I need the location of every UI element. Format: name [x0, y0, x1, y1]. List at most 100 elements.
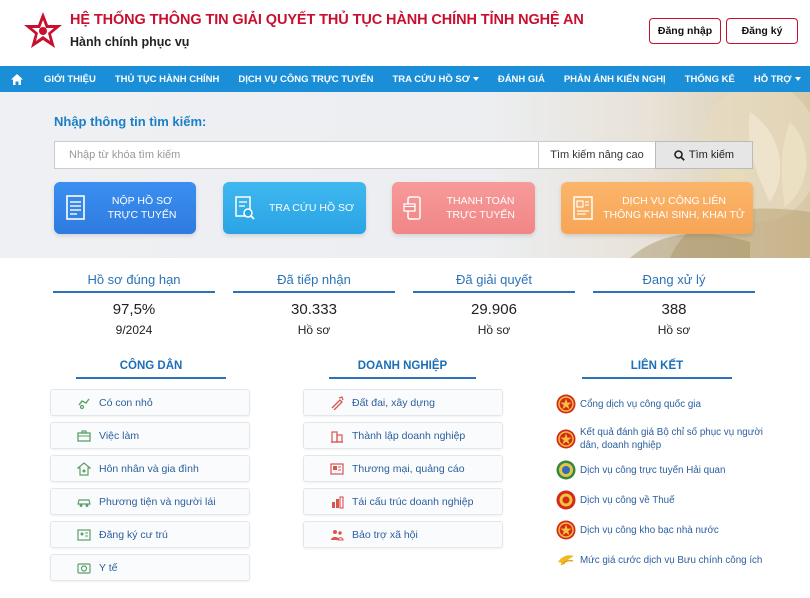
links-section-title: LIÊN KẾT — [582, 360, 732, 379]
link-national-portal[interactable]: Cổng dịch vụ công quốc gia — [556, 394, 766, 414]
site-subtitle: Hành chính phục vụ — [70, 35, 190, 49]
link-label: Cổng dịch vụ công quốc gia — [580, 398, 701, 410]
main-nav: GIỚI THIỆU THỦ TỤC HÀNH CHÍNH DỊCH VỤ CÔ… — [0, 66, 810, 92]
business-section-title: DOANH NGHIỆP — [329, 360, 476, 379]
family-icon — [77, 461, 91, 476]
business-item-label: Thương mại, quảng cáo — [352, 462, 465, 475]
nav-item-lookup[interactable]: TRA CỨU HỒ SƠ — [383, 66, 488, 92]
citizen-item-vehicles[interactable]: Phương tiện và người lái — [50, 488, 250, 515]
advanced-search-button[interactable]: Tìm kiếm nâng cao — [538, 141, 656, 169]
business-item-social[interactable]: Bảo trợ xã hội — [303, 521, 503, 548]
nav-item-about[interactable]: GIỚI THIỆU — [34, 66, 105, 92]
search-icon — [674, 149, 685, 161]
citizen-item-label: Y tế — [99, 561, 118, 574]
nav-label: ĐÁNH GIÁ — [497, 73, 545, 85]
citizen-item-family[interactable]: Hôn nhân và gia đình — [50, 455, 250, 482]
nav-label: PHẢN ÁNH KIẾN NGHỊ — [563, 73, 666, 85]
stat-on-time: Hồ sơ đúng hạn 97,5% 9/2024 — [53, 272, 215, 337]
stat-sub: 9/2024 — [115, 323, 153, 337]
login-button[interactable]: Đăng nhập — [649, 18, 721, 44]
certificate-icon — [573, 196, 593, 220]
stat-value: 388 — [661, 301, 687, 318]
stat-value: 30.333 — [291, 301, 337, 318]
nav-item-procedures[interactable]: THỦ TỤC HÀNH CHÍNH — [105, 66, 229, 92]
link-tax[interactable]: Dịch vụ công về Thuế — [556, 490, 766, 510]
document-icon — [66, 195, 85, 220]
business-item-commerce[interactable]: Thương mại, quảng cáo — [303, 455, 503, 482]
link-evaluation-results[interactable]: Kết quả đánh giá Bộ chỉ số phục vụ người… — [556, 426, 766, 452]
customs-emblem-icon — [556, 460, 576, 480]
stat-label: Hồ sơ đúng hạn — [53, 272, 215, 293]
stat-sub: Hồ sơ — [477, 323, 511, 337]
postal-icon — [558, 555, 574, 566]
nav-item-feedback[interactable]: PHẢN ÁNH KIẾN NGHỊ — [554, 66, 675, 92]
link-label: Mức giá cước dịch vụ Bưu chính công ích — [580, 554, 763, 566]
nav-label: THỦ TỤC HÀNH CHÍNH — [114, 73, 220, 85]
construction-icon — [331, 395, 344, 410]
quick-action-label: DỊCH VỤ CÔNG LIÊN THÔNG KHAI SINH, KHAI … — [603, 195, 745, 221]
nav-item-online-services[interactable]: DỊCH VỤ CÔNG TRỰC TUYẾN — [229, 66, 383, 92]
citizen-item-label: Đăng ký cư trú — [99, 528, 168, 541]
company-icon — [331, 430, 343, 443]
stat-sub: Hồ sơ — [657, 323, 691, 337]
online-payment-button[interactable]: THANH TOÁN TRỰC TUYẾN — [392, 182, 535, 234]
nav-label: DỊCH VỤ CÔNG TRỰC TUYẾN — [238, 73, 374, 85]
business-item-label: Đất đai, xây dựng — [352, 396, 435, 409]
car-icon — [77, 498, 91, 507]
link-label: Dịch vụ công về Thuế — [580, 494, 675, 506]
submit-online-button[interactable]: NỘP HỒ SƠ TRỰC TUYẾN — [54, 182, 196, 234]
citizen-item-label: Việc làm — [99, 429, 140, 442]
citizen-item-label: Phương tiện và người lái — [99, 495, 216, 508]
citizen-section-title: CÔNG DÂN — [76, 360, 226, 379]
citizen-item-label: Có con nhỏ — [99, 396, 153, 409]
stat-received: Đã tiếp nhận 30.333 Hồ sơ — [233, 272, 395, 337]
stat-resolved: Đã giải quyết 29.906 Hồ sơ — [413, 272, 575, 337]
link-label: Dịch vụ công kho bạc nhà nước — [580, 524, 719, 536]
quick-action-label: TRA CỨU HỒ SƠ — [268, 202, 355, 214]
social-support-icon — [331, 529, 344, 541]
stat-value: 29.906 — [471, 301, 517, 318]
treasury-emblem-icon — [556, 520, 576, 540]
nav-item-evaluation[interactable]: ĐÁNH GIÁ — [488, 66, 554, 92]
business-item-restructure[interactable]: Tái cấu trúc doanh nghiệp — [303, 488, 503, 515]
search-label: Nhập thông tin tìm kiếm: — [54, 114, 207, 129]
search-button-label: Tìm kiếm — [688, 149, 735, 161]
citizen-item-children[interactable]: Có con nhỏ — [50, 389, 250, 416]
home-icon[interactable] — [0, 66, 34, 92]
chevron-down-icon — [472, 77, 479, 81]
business-item-land[interactable]: Đất đai, xây dựng — [303, 389, 503, 416]
nav-label: TRA CỨU HỒ SƠ — [392, 73, 470, 85]
baby-icon — [78, 398, 90, 409]
national-emblem-icon — [556, 429, 576, 449]
citizen-item-health[interactable]: Y tế — [50, 554, 250, 581]
register-button[interactable]: Đăng ký — [726, 18, 798, 44]
link-treasury[interactable]: Dịch vụ công kho bạc nhà nước — [556, 520, 766, 540]
search-section: Nhập thông tin tìm kiếm: Nhập từ khóa tì… — [0, 92, 810, 258]
link-postal[interactable]: Mức giá cước dịch vụ Bưu chính công ích — [556, 550, 766, 570]
business-item-label: Bảo trợ xã hội — [352, 528, 418, 541]
citizen-item-residence[interactable]: Đăng ký cư trú — [50, 521, 250, 548]
nav-item-support[interactable]: HỖ TRỢ — [744, 66, 810, 92]
chevron-down-icon — [794, 77, 801, 81]
business-item-label: Thành lập doanh nghiệp — [352, 429, 466, 442]
health-icon — [77, 562, 91, 574]
nav-item-statistics[interactable]: THỐNG KÊ — [675, 66, 744, 92]
search-button[interactable]: Tìm kiếm — [655, 141, 753, 169]
link-label: Dịch vụ công trực tuyến Hải quan — [580, 464, 726, 476]
quick-action-label: NỘP HỒ SƠ TRỰC TUYẾN — [107, 195, 177, 221]
search-input[interactable]: Nhập từ khóa tìm kiếm — [54, 141, 538, 169]
national-emblem-icon — [556, 394, 576, 414]
business-item-establish[interactable]: Thành lập doanh nghiệp — [303, 422, 503, 449]
link-customs[interactable]: Dịch vụ công trực tuyến Hải quan — [556, 460, 766, 480]
citizen-item-jobs[interactable]: Việc làm — [50, 422, 250, 449]
business-item-label: Tái cấu trúc doanh nghiệp — [352, 495, 474, 508]
logo-icon[interactable] — [22, 10, 64, 52]
briefcase-icon — [77, 429, 91, 442]
nav-label: GIỚI THIỆU — [43, 73, 96, 85]
stat-label: Đã tiếp nhận — [233, 272, 395, 293]
birth-death-service-button[interactable]: DỊCH VỤ CÔNG LIÊN THÔNG KHAI SINH, KHAI … — [561, 182, 753, 234]
stat-sub: Hồ sơ — [297, 323, 331, 337]
citizen-item-label: Hôn nhân và gia đình — [99, 462, 199, 475]
lookup-dossier-button[interactable]: TRA CỨU HỒ SƠ — [223, 182, 366, 234]
site-header: HỆ THỐNG THÔNG TIN GIẢI QUYẾT THỦ TỤC HÀ… — [0, 0, 810, 66]
